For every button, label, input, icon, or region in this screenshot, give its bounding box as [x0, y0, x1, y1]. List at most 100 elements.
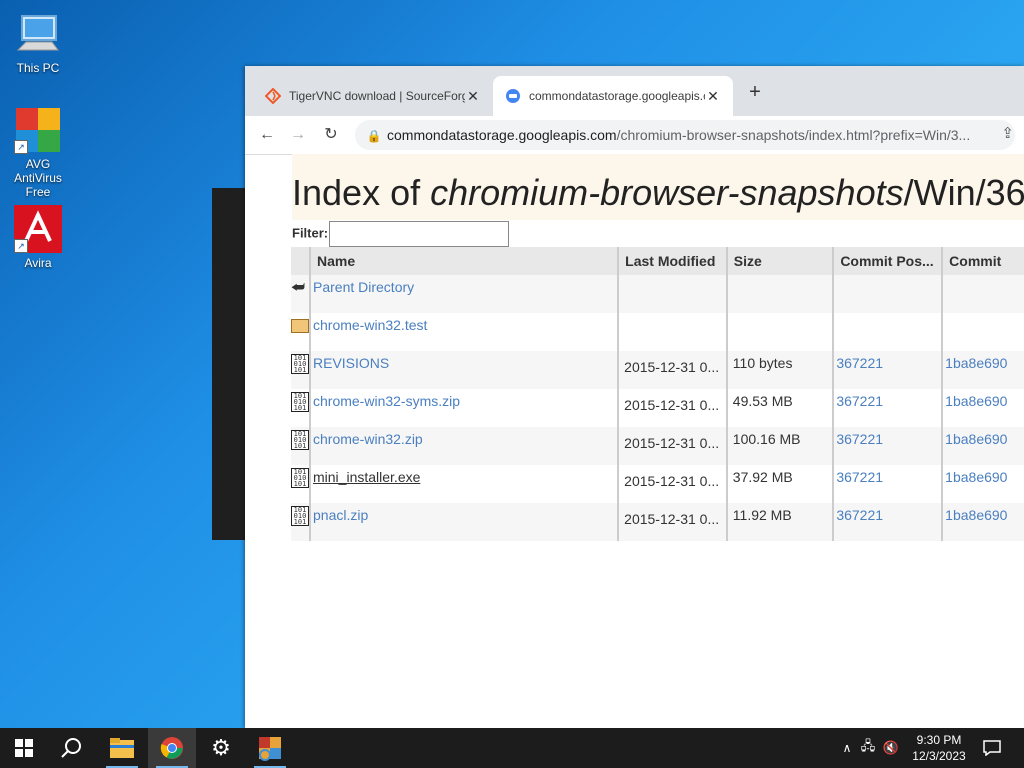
chrome-button[interactable]: [148, 728, 196, 768]
commit-position-link[interactable]: 367221: [836, 431, 883, 447]
table-row: ⮨ Parent Directory: [291, 275, 1024, 313]
cell-size: [725, 313, 834, 351]
column-header-commit-position[interactable]: Commit Pos...: [832, 247, 943, 275]
file-explorer-button[interactable]: [98, 728, 146, 768]
avira-icon: ↗: [14, 205, 62, 253]
back-button[interactable]: ←: [256, 124, 278, 146]
commit-position-link[interactable]: 367221: [836, 507, 883, 523]
file-link[interactable]: chrome-win32-syms.zip: [313, 393, 460, 409]
chrome-icon: [160, 737, 183, 759]
globe-icon: [505, 88, 521, 104]
desktop-icon-this-pc[interactable]: This PC: [2, 10, 74, 75]
table-header-row: Name Last Modified Size Commit Pos... Co…: [291, 247, 1024, 275]
desktop-icon-avira[interactable]: ↗ Avira: [2, 205, 74, 270]
cell-date: [617, 275, 727, 313]
avg-icon: ↗: [14, 106, 62, 154]
address-host: commondatastorage.googleapis.com: [387, 127, 617, 143]
file-link[interactable]: chrome-win32.zip: [313, 431, 423, 447]
binary-file-icon: 101 010 101: [291, 430, 309, 450]
column-header-last-modified[interactable]: Last Modified: [617, 247, 727, 275]
desktop-icon-label: This PC: [16, 61, 60, 75]
clock[interactable]: 9:30 PM 12/3/2023: [906, 732, 972, 764]
commit-position-link[interactable]: 367221: [836, 469, 883, 485]
commit-position-link[interactable]: 367221: [836, 393, 883, 409]
file-link[interactable]: pnacl.zip: [313, 507, 368, 523]
binary-file-icon: 101 010 101: [291, 468, 309, 488]
cell-date: 2015-12-31 0...: [617, 351, 727, 389]
search-button[interactable]: [48, 728, 96, 768]
page-content: Index of chromium-browser-snapshots/Win/…: [245, 154, 1024, 728]
commit-link[interactable]: 1ba8e690: [945, 507, 1007, 523]
filter-label: Filter:: [292, 225, 329, 241]
tab-title: commondatastorage.googleapis.com: [529, 89, 705, 103]
table-row: 101 010 101 mini_installer.exe 2015-12-31 …: [291, 465, 1024, 503]
file-link[interactable]: Parent Directory: [313, 279, 414, 295]
desktop-icon-avg[interactable]: ↗ AVG AntiVirus Free: [2, 106, 74, 199]
cell-date: 2015-12-31 0...: [617, 427, 727, 465]
column-header-name[interactable]: Name: [308, 247, 619, 275]
column-header-commit[interactable]: Commit: [941, 247, 1024, 275]
close-tab-icon[interactable]: ✕: [465, 88, 481, 105]
tab-title: TigerVNC download | SourceForge: [289, 89, 465, 103]
file-link[interactable]: mini_installer.exe: [313, 469, 420, 485]
tigervnc-icon: [259, 737, 281, 761]
share-icon[interactable]: ⇪: [1001, 124, 1014, 142]
browser-window[interactable]: TigerVNC download | SourceForge ✕ common…: [245, 66, 1024, 728]
desktop-icon-label: Avira: [24, 256, 52, 270]
system-tray: ∧ 🖧 🔇: [838, 728, 902, 768]
desktop-icon-label: AVG AntiVirus Free: [14, 157, 62, 199]
address-path: /chromium-browser-snapshots/index.html?p…: [616, 127, 971, 143]
table-row: 101 010 101 chrome-win32.zip 2015-12-31 0.…: [291, 427, 1024, 465]
file-listing-table: Name Last Modified Size Commit Pos... Co…: [291, 247, 1024, 541]
cell-size: 100.16 MB: [725, 427, 834, 465]
cell-date: [617, 313, 727, 351]
tigervnc-button[interactable]: [246, 728, 294, 768]
settings-icon: ⚙: [211, 735, 231, 760]
back-arrow-icon: ⮨: [291, 279, 305, 296]
binary-file-icon: 101 010 101: [291, 506, 309, 526]
file-link[interactable]: REVISIONS: [313, 355, 389, 371]
address-bar[interactable]: 🔒 commondatastorage.googleapis.com/chromi…: [355, 120, 1015, 150]
commit-link[interactable]: 1ba8e690: [945, 469, 1007, 485]
cell-date: 2015-12-31 0...: [617, 465, 727, 503]
file-explorer-icon: [110, 738, 134, 758]
commit-link[interactable]: 1ba8e690: [945, 431, 1007, 447]
shortcut-arrow-icon: ↗: [14, 140, 28, 154]
folder-icon: [291, 319, 309, 333]
start-button[interactable]: [0, 728, 48, 768]
tab-commondatastorage[interactable]: commondatastorage.googleapis.com ✕: [493, 76, 733, 116]
table-row: 101 010 101 REVISIONS 2015-12-31 0... 110 …: [291, 351, 1024, 389]
new-tab-button[interactable]: +: [743, 80, 767, 104]
commit-link[interactable]: 1ba8e690: [945, 393, 1007, 409]
tab-tigervnc[interactable]: TigerVNC download | SourceForge ✕: [253, 76, 493, 116]
filter-row: Filter:: [292, 221, 510, 247]
volume-muted-icon[interactable]: 🔇: [880, 740, 902, 756]
taskbar: ⚙ ∧ 🖧 🔇 9:30 PM 12/3/2023: [0, 728, 1024, 768]
computer-icon: [14, 10, 62, 58]
browser-toolbar: ← → ↻ 🔒 commondatastorage.googleapis.com/…: [245, 116, 1024, 155]
reload-button[interactable]: ↻: [320, 124, 342, 146]
shortcut-arrow-icon: ↗: [14, 239, 28, 253]
clock-date: 12/3/2023: [912, 749, 966, 763]
table-row: 101 010 101 chrome-win32-syms.zip 2015-12-…: [291, 389, 1024, 427]
cell-date: 2015-12-31 0...: [617, 389, 727, 427]
file-link[interactable]: chrome-win32.test: [313, 317, 427, 333]
filter-input[interactable]: [329, 221, 510, 247]
cell-size: 11.92 MB: [725, 503, 834, 541]
binary-file-icon: 101 010 101: [291, 354, 309, 374]
settings-button[interactable]: ⚙: [197, 728, 245, 768]
close-tab-icon[interactable]: ✕: [705, 88, 721, 105]
column-header-size[interactable]: Size: [725, 247, 834, 275]
start-icon: [15, 739, 33, 757]
clock-time: 9:30 PM: [916, 733, 962, 747]
commit-position-link[interactable]: 367221: [836, 355, 883, 371]
sourceforge-icon: [264, 87, 282, 105]
show-hidden-icons-icon[interactable]: ∧: [838, 741, 856, 755]
lock-icon[interactable]: 🔒: [361, 121, 387, 150]
forward-button[interactable]: →: [287, 124, 309, 146]
network-icon[interactable]: 🖧: [856, 737, 880, 759]
commit-link[interactable]: 1ba8e690: [945, 355, 1007, 371]
page-title: Index of chromium-browser-snapshots/Win/…: [292, 172, 1024, 213]
table-row: chrome-win32.test: [291, 313, 1024, 351]
notifications-button[interactable]: [970, 728, 1014, 768]
